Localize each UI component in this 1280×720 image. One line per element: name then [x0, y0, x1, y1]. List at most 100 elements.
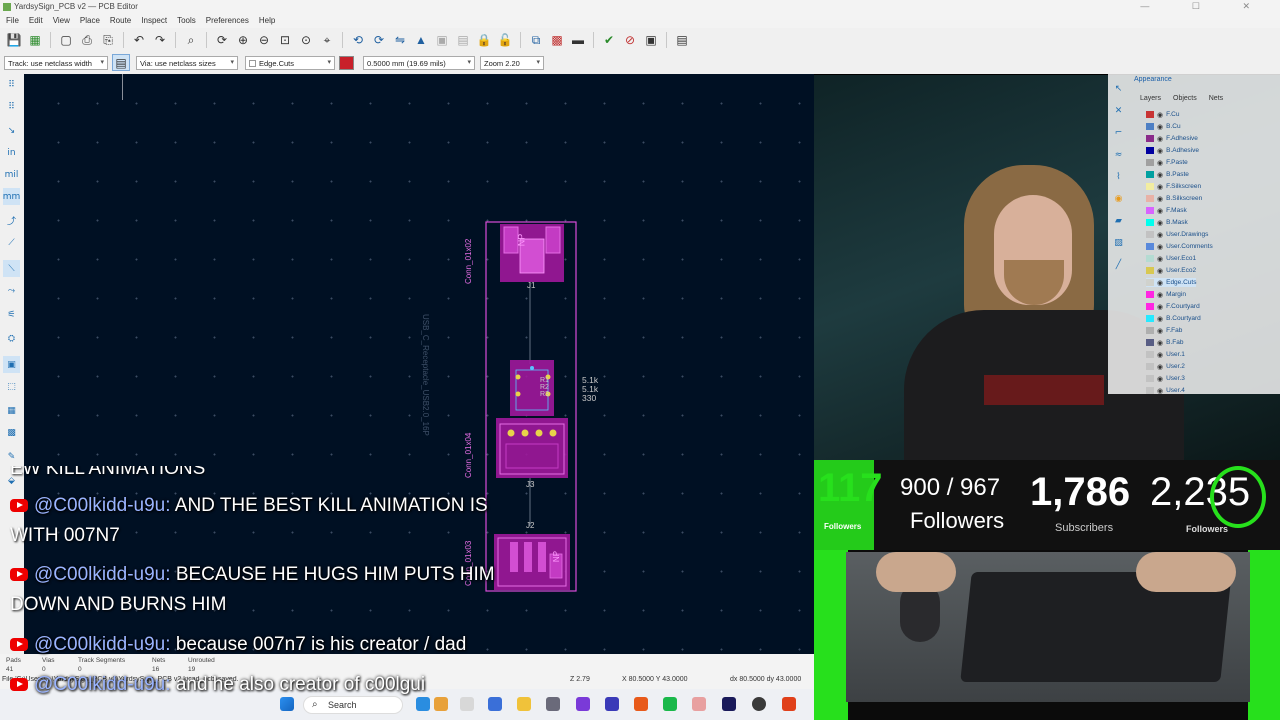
layer-color-swatch[interactable] — [1146, 195, 1154, 202]
eye-icon[interactable]: ◉ — [1157, 147, 1163, 155]
layer-color-swatch[interactable] — [1146, 219, 1154, 226]
lock-icon[interactable]: 🔒 — [475, 31, 493, 49]
layer-row[interactable]: ◉ Edge.Cuts — [1146, 278, 1197, 287]
visual-studio-icon[interactable] — [576, 697, 590, 711]
3d-viewer-icon[interactable]: ▬ — [569, 31, 587, 49]
layer-color-swatch[interactable] — [1146, 207, 1154, 214]
eye-icon[interactable]: ◉ — [1157, 195, 1163, 203]
eye-icon[interactable]: ◉ — [1157, 279, 1163, 287]
premiere-icon[interactable] — [722, 697, 736, 711]
zoom-out-icon[interactable]: ⊖ — [255, 31, 273, 49]
contrast-mode-icon[interactable]: ▩ — [3, 424, 20, 441]
layer-row[interactable]: ◉ User.Eco1 — [1146, 254, 1196, 263]
mirror-icon[interactable]: ▲ — [412, 31, 430, 49]
layer-row[interactable]: ◉ Margin — [1146, 290, 1186, 299]
layer-row[interactable]: ◉ B.Paste — [1146, 170, 1189, 179]
obs-icon[interactable] — [752, 697, 766, 711]
layer-row[interactable]: ◉ User.Drawings — [1146, 230, 1208, 239]
mm-units-icon[interactable]: mm — [3, 188, 20, 205]
track-width-select[interactable]: Track: use netclass width ▾ — [4, 56, 108, 70]
tune-length-icon[interactable]: ⌇ — [1110, 168, 1127, 185]
mil-units-icon[interactable]: mil — [3, 166, 20, 183]
tab-objects[interactable]: Objects — [1173, 95, 1197, 102]
eye-icon[interactable]: ◉ — [1157, 267, 1163, 275]
unlock-icon[interactable]: 🔓 — [496, 31, 514, 49]
task-view-icon[interactable] — [460, 697, 474, 711]
layer-pair-icon[interactable] — [339, 56, 354, 70]
eye-icon[interactable]: ◉ — [1157, 135, 1163, 143]
eye-icon[interactable]: ◉ — [1157, 207, 1163, 215]
eye-icon[interactable]: ◉ — [1157, 171, 1163, 179]
taskbar-search[interactable]: ⌕ Search — [303, 696, 403, 714]
draw-line-icon[interactable]: ╱ — [1110, 256, 1127, 273]
eye-icon[interactable]: ◉ — [1157, 327, 1163, 335]
drc-icon[interactable]: ✔ — [600, 31, 618, 49]
layer-row[interactable]: ◉ F.Paste — [1146, 158, 1188, 167]
layer-row[interactable]: ◉ B.Cu — [1146, 122, 1181, 131]
zone-outline-icon[interactable]: ⛭ — [3, 330, 20, 347]
eye-icon[interactable]: ◉ — [1157, 111, 1163, 119]
eye-icon[interactable]: ◉ — [1157, 231, 1163, 239]
scripting-icon[interactable]: ▣ — [642, 31, 660, 49]
layer-color-swatch[interactable] — [1146, 267, 1154, 274]
menu-view[interactable]: View — [53, 16, 70, 28]
layer-row[interactable]: ◉ User.2 — [1146, 362, 1185, 371]
pad-fill-icon[interactable]: ▣ — [3, 356, 20, 373]
eye-icon[interactable]: ◉ — [1157, 159, 1163, 167]
layer-color-swatch[interactable] — [1146, 135, 1154, 142]
line-mode-icon[interactable]: ⟋ — [3, 234, 20, 251]
layer-row[interactable]: ◉ B.Courtyard — [1146, 314, 1201, 323]
eye-icon[interactable]: ◉ — [1157, 291, 1163, 299]
tab-layers[interactable]: Layers — [1140, 95, 1161, 102]
layer-row[interactable]: ◉ F.Cu — [1146, 110, 1179, 119]
eye-icon[interactable]: ◉ — [1157, 363, 1163, 371]
save-icon[interactable]: 💾 — [5, 31, 23, 49]
menu-place[interactable]: Place — [80, 16, 100, 28]
zoom-select[interactable]: Zoom 2.20 ▾ — [480, 56, 544, 70]
eye-icon[interactable]: ◉ — [1157, 339, 1163, 347]
eye-icon[interactable]: ◉ — [1157, 255, 1163, 263]
start-icon[interactable] — [280, 697, 294, 711]
layer-color-swatch[interactable] — [1146, 255, 1154, 262]
add-via-icon[interactable]: ◉ — [1110, 190, 1127, 207]
layer-color-swatch[interactable] — [1146, 327, 1154, 334]
auto-width-icon[interactable]: ▤ — [112, 54, 130, 71]
app-icon[interactable] — [663, 697, 677, 711]
layer-color-swatch[interactable] — [1146, 387, 1154, 394]
layer-row[interactable]: ◉ User.Eco2 — [1146, 266, 1196, 275]
layer-row[interactable]: ◉ User.3 — [1146, 374, 1185, 383]
menu-file[interactable]: File — [6, 16, 19, 28]
widget-icon[interactable] — [416, 697, 430, 711]
zoom-area-icon[interactable]: ⌖ — [318, 31, 336, 49]
tab-nets[interactable]: Nets — [1209, 95, 1223, 102]
app-icon[interactable] — [634, 697, 648, 711]
highlight-net-icon[interactable]: ⚟ — [3, 306, 20, 323]
menu-route[interactable]: Route — [110, 16, 131, 28]
refresh-icon[interactable]: ⟳ — [213, 31, 231, 49]
erc-icon[interactable]: ⊘ — [621, 31, 639, 49]
layer-row[interactable]: ◉ B.Adhesive — [1146, 146, 1199, 155]
layer-row[interactable]: ◉ User.Comments — [1146, 242, 1213, 251]
layer-color-swatch[interactable] — [1146, 279, 1154, 286]
add-zone-icon[interactable]: ▰ — [1110, 212, 1127, 229]
layer-color-swatch[interactable] — [1146, 231, 1154, 238]
net-color-icon[interactable]: ✎ — [3, 448, 20, 465]
console-icon[interactable]: ▤ — [673, 31, 691, 49]
eye-icon[interactable]: ◉ — [1157, 183, 1163, 191]
flip-icon[interactable]: ⇋ — [391, 31, 409, 49]
inch-units-icon[interactable]: ↘ — [3, 122, 20, 139]
window-controls[interactable]: — ☐ ✕ — [1140, 1, 1270, 12]
diff-pair-icon[interactable]: ≈ — [1110, 146, 1127, 163]
find-icon[interactable]: ⌕ — [182, 31, 200, 49]
layer-row[interactable]: ◉ F.Courtyard — [1146, 302, 1200, 311]
via-fill-icon[interactable]: ⬚ — [3, 378, 20, 395]
layer-color-swatch[interactable] — [1146, 243, 1154, 250]
rule-area-icon[interactable]: ▨ — [1110, 234, 1127, 251]
menu-tools[interactable]: Tools — [177, 16, 196, 28]
rotate-ccw-icon[interactable]: ⟲ — [349, 31, 367, 49]
page-settings-icon[interactable]: ▢ — [57, 31, 75, 49]
layer-select[interactable]: Edge.Cuts ▾ — [245, 56, 335, 70]
kicad-icon[interactable] — [605, 697, 619, 711]
eye-icon[interactable]: ◉ — [1157, 315, 1163, 323]
app-icon[interactable] — [546, 697, 560, 711]
